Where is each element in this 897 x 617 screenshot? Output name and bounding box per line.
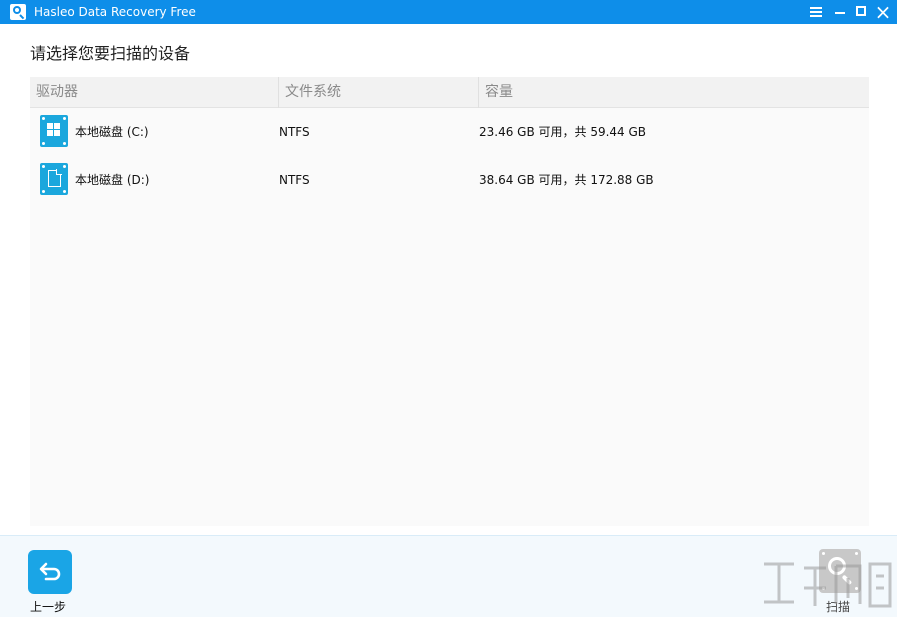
drive-row-c[interactable]: 本地磁盘 (C:) NTFS 23.46 GB 可用，共 59.44 GB: [30, 112, 869, 152]
drive-row-d[interactable]: 本地磁盘 (D:) NTFS 38.64 GB 可用，共 172.88 GB: [30, 160, 869, 200]
drive-name: 本地磁盘 (C:): [75, 125, 149, 139]
back-arrow-icon: [39, 562, 61, 581]
back-button[interactable]: [28, 550, 72, 594]
page-title: 请选择您要扫描的设备: [30, 44, 191, 63]
column-header-drive[interactable]: 驱动器: [30, 77, 278, 108]
table-header: 驱动器 文件系统 容量: [30, 77, 869, 108]
drive-capacity: 23.46 GB 可用，共 59.44 GB: [479, 125, 647, 139]
drive-list-panel: 驱动器 文件系统 容量 本地磁盘 (C:) NTFS 23.46 GB 可用，共…: [30, 77, 869, 526]
window-title: Hasleo Data Recovery Free: [34, 5, 196, 19]
document-drive-icon: [40, 163, 68, 195]
column-header-capacity[interactable]: 容量: [478, 77, 869, 108]
windows-drive-icon: [40, 115, 68, 147]
app-logo-icon: [10, 4, 26, 20]
drive-capacity: 38.64 GB 可用，共 172.88 GB: [479, 173, 654, 187]
minimize-icon[interactable]: [829, 0, 851, 24]
drive-file-system: NTFS: [279, 173, 310, 187]
maximize-icon[interactable]: [850, 0, 872, 24]
menu-icon[interactable]: [805, 0, 827, 24]
title-bar: Hasleo Data Recovery Free ×: [0, 0, 897, 24]
column-header-file-system[interactable]: 文件系统: [278, 77, 478, 108]
close-icon[interactable]: ×: [872, 0, 894, 24]
back-button-label[interactable]: 上一步: [30, 598, 66, 615]
drive-name: 本地磁盘 (D:): [75, 173, 150, 187]
drive-file-system: NTFS: [279, 125, 310, 139]
watermark-logo: [764, 562, 892, 608]
